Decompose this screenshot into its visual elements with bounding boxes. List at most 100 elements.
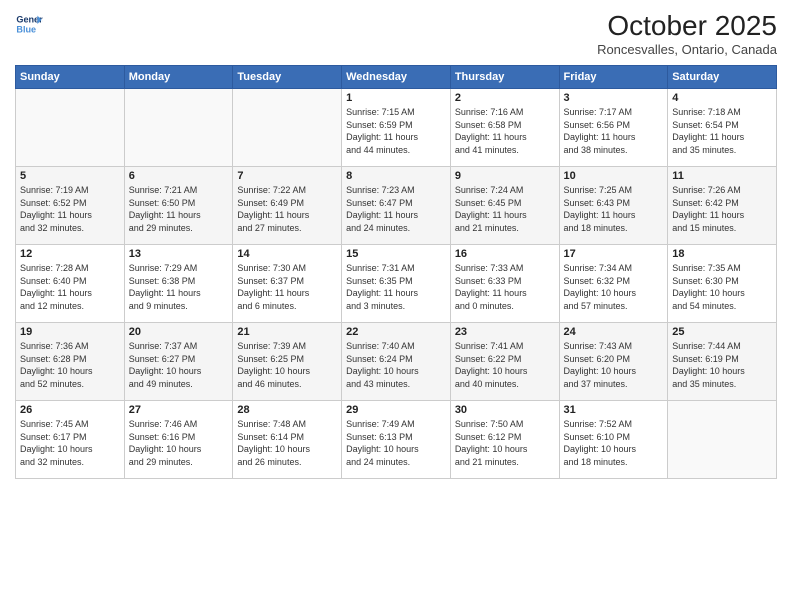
day-info: Sunrise: 7:45 AM Sunset: 6:17 PM Dayligh… [20, 418, 120, 468]
calendar-cell: 17Sunrise: 7:34 AM Sunset: 6:32 PM Dayli… [559, 245, 668, 323]
day-info: Sunrise: 7:15 AM Sunset: 6:59 PM Dayligh… [346, 106, 446, 156]
calendar-cell: 3Sunrise: 7:17 AM Sunset: 6:56 PM Daylig… [559, 89, 668, 167]
day-number: 10 [564, 170, 664, 182]
day-info: Sunrise: 7:35 AM Sunset: 6:30 PM Dayligh… [672, 262, 772, 312]
calendar-cell: 11 Sunrise: 7:26 AM Sunset: 6:42 PM Dayli… [668, 167, 777, 245]
day-number: 30 [455, 404, 555, 416]
day-info: Sunrise: 7:46 AM Sunset: 6:16 PM Dayligh… [129, 418, 229, 468]
day-info: Sunrise: 7:18 AM Sunset: 6:54 PM Dayligh… [672, 106, 772, 156]
day-info: Sunrise: 7:17 AM Sunset: 6:56 PM Dayligh… [564, 106, 664, 156]
day-info: Sunrise: 7:16 AM Sunset: 6:58 PM Dayligh… [455, 106, 555, 156]
calendar-cell: 5Sunrise: 7:19 AM Sunset: 6:52 PM Daylig… [16, 167, 125, 245]
calendar-cell [668, 401, 777, 479]
day-number: 13 [129, 248, 229, 260]
calendar-cell: 7 Sunrise: 7:22 AM Sunset: 6:49 PM Daylig… [233, 167, 342, 245]
day-info: Sunrise: 7:33 AM Sunset: 6:33 PM Dayligh… [455, 262, 555, 312]
calendar-cell: 20 Sunrise: 7:37 AM Sunset: 6:27 PM Dayli… [124, 323, 233, 401]
page-container: General Blue October 2025 Roncesvalles, … [0, 0, 792, 489]
calendar-cell: 21Sunrise: 7:39 AM Sunset: 6:25 PM Dayli… [233, 323, 342, 401]
day-info: Sunrise: 7:29 AM Sunset: 6:38 PM Dayligh… [129, 262, 229, 312]
day-number: 7 [237, 170, 337, 182]
day-number: 26 [20, 404, 120, 416]
calendar-cell: 16 Sunrise: 7:33 AM Sunset: 6:33 PM Dayli… [450, 245, 559, 323]
calendar-cell: 12Sunrise: 7:28 AM Sunset: 6:40 PM Dayli… [16, 245, 125, 323]
day-info: Sunrise: 7:37 AM Sunset: 6:27 PM Dayligh… [129, 340, 229, 390]
calendar-week-1: 5Sunrise: 7:19 AM Sunset: 6:52 PM Daylig… [16, 167, 777, 245]
calendar-cell: 13 Sunrise: 7:29 AM Sunset: 6:38 PM Dayli… [124, 245, 233, 323]
calendar-cell: 2 Sunrise: 7:16 AM Sunset: 6:58 PM Daylig… [450, 89, 559, 167]
col-wednesday: Wednesday [342, 66, 451, 89]
header: General Blue October 2025 Roncesvalles, … [15, 10, 777, 57]
calendar-week-2: 12Sunrise: 7:28 AM Sunset: 6:40 PM Dayli… [16, 245, 777, 323]
col-saturday: Saturday [668, 66, 777, 89]
day-number: 5 [20, 170, 120, 182]
day-info: Sunrise: 7:36 AM Sunset: 6:28 PM Dayligh… [20, 340, 120, 390]
day-info: Sunrise: 7:26 AM Sunset: 6:42 PM Dayligh… [672, 184, 772, 234]
day-info: Sunrise: 7:22 AM Sunset: 6:49 PM Dayligh… [237, 184, 337, 234]
calendar-week-0: 1 Sunrise: 7:15 AM Sunset: 6:59 PM Daylig… [16, 89, 777, 167]
day-number: 23 [455, 326, 555, 338]
day-number: 4 [672, 92, 772, 104]
day-info: Sunrise: 7:34 AM Sunset: 6:32 PM Dayligh… [564, 262, 664, 312]
day-number: 29 [346, 404, 446, 416]
col-sunday: Sunday [16, 66, 125, 89]
day-number: 14 [237, 248, 337, 260]
day-info: Sunrise: 7:30 AM Sunset: 6:37 PM Dayligh… [237, 262, 337, 312]
calendar-cell [16, 89, 125, 167]
day-number: 27 [129, 404, 229, 416]
day-info: Sunrise: 7:50 AM Sunset: 6:12 PM Dayligh… [455, 418, 555, 468]
day-number: 11 [672, 170, 772, 182]
day-info: Sunrise: 7:48 AM Sunset: 6:14 PM Dayligh… [237, 418, 337, 468]
calendar-cell: 10 Sunrise: 7:25 AM Sunset: 6:43 PM Dayli… [559, 167, 668, 245]
calendar-cell: 23Sunrise: 7:41 AM Sunset: 6:22 PM Dayli… [450, 323, 559, 401]
col-tuesday: Tuesday [233, 66, 342, 89]
calendar-cell: 19 Sunrise: 7:36 AM Sunset: 6:28 PM Dayli… [16, 323, 125, 401]
day-info: Sunrise: 7:28 AM Sunset: 6:40 PM Dayligh… [20, 262, 120, 312]
day-number: 16 [455, 248, 555, 260]
day-info: Sunrise: 7:25 AM Sunset: 6:43 PM Dayligh… [564, 184, 664, 234]
day-number: 22 [346, 326, 446, 338]
day-info: Sunrise: 7:23 AM Sunset: 6:47 PM Dayligh… [346, 184, 446, 234]
col-friday: Friday [559, 66, 668, 89]
day-info: Sunrise: 7:43 AM Sunset: 6:20 PM Dayligh… [564, 340, 664, 390]
day-info: Sunrise: 7:24 AM Sunset: 6:45 PM Dayligh… [455, 184, 555, 234]
calendar-cell: 1 Sunrise: 7:15 AM Sunset: 6:59 PM Daylig… [342, 89, 451, 167]
day-number: 8 [346, 170, 446, 182]
col-monday: Monday [124, 66, 233, 89]
calendar-week-3: 19 Sunrise: 7:36 AM Sunset: 6:28 PM Dayli… [16, 323, 777, 401]
calendar-table: Sunday Monday Tuesday Wednesday Thursday… [15, 65, 777, 479]
page-title: October 2025 [597, 10, 777, 42]
calendar-cell: 30 Sunrise: 7:50 AM Sunset: 6:12 PM Dayli… [450, 401, 559, 479]
day-info: Sunrise: 7:44 AM Sunset: 6:19 PM Dayligh… [672, 340, 772, 390]
svg-text:Blue: Blue [16, 24, 36, 34]
calendar-cell: 31 Sunrise: 7:52 AM Sunset: 6:10 PM Dayli… [559, 401, 668, 479]
calendar-cell: 26 Sunrise: 7:45 AM Sunset: 6:17 PM Dayli… [16, 401, 125, 479]
day-number: 18 [672, 248, 772, 260]
calendar-cell: 9Sunrise: 7:24 AM Sunset: 6:45 PM Daylig… [450, 167, 559, 245]
day-number: 15 [346, 248, 446, 260]
calendar-cell: 27 Sunrise: 7:46 AM Sunset: 6:16 PM Dayli… [124, 401, 233, 479]
day-info: Sunrise: 7:52 AM Sunset: 6:10 PM Dayligh… [564, 418, 664, 468]
calendar-cell: 18 Sunrise: 7:35 AM Sunset: 6:30 PM Dayli… [668, 245, 777, 323]
page-subtitle: Roncesvalles, Ontario, Canada [597, 42, 777, 57]
calendar-cell: 22 Sunrise: 7:40 AM Sunset: 6:24 PM Dayli… [342, 323, 451, 401]
day-number: 2 [455, 92, 555, 104]
title-block: October 2025 Roncesvalles, Ontario, Cana… [597, 10, 777, 57]
logo-icon: General Blue [15, 10, 43, 38]
calendar-cell: 29Sunrise: 7:49 AM Sunset: 6:13 PM Dayli… [342, 401, 451, 479]
calendar-header-row: Sunday Monday Tuesday Wednesday Thursday… [16, 66, 777, 89]
day-number: 19 [20, 326, 120, 338]
day-number: 20 [129, 326, 229, 338]
calendar-cell: 25Sunrise: 7:44 AM Sunset: 6:19 PM Dayli… [668, 323, 777, 401]
calendar-cell [233, 89, 342, 167]
calendar-week-4: 26 Sunrise: 7:45 AM Sunset: 6:17 PM Dayli… [16, 401, 777, 479]
day-number: 31 [564, 404, 664, 416]
calendar-cell: 6Sunrise: 7:21 AM Sunset: 6:50 PM Daylig… [124, 167, 233, 245]
day-number: 24 [564, 326, 664, 338]
day-number: 1 [346, 92, 446, 104]
calendar-cell: 4 Sunrise: 7:18 AM Sunset: 6:54 PM Daylig… [668, 89, 777, 167]
day-info: Sunrise: 7:40 AM Sunset: 6:24 PM Dayligh… [346, 340, 446, 390]
calendar-cell [124, 89, 233, 167]
day-info: Sunrise: 7:31 AM Sunset: 6:35 PM Dayligh… [346, 262, 446, 312]
calendar-cell: 15 Sunrise: 7:31 AM Sunset: 6:35 PM Dayli… [342, 245, 451, 323]
